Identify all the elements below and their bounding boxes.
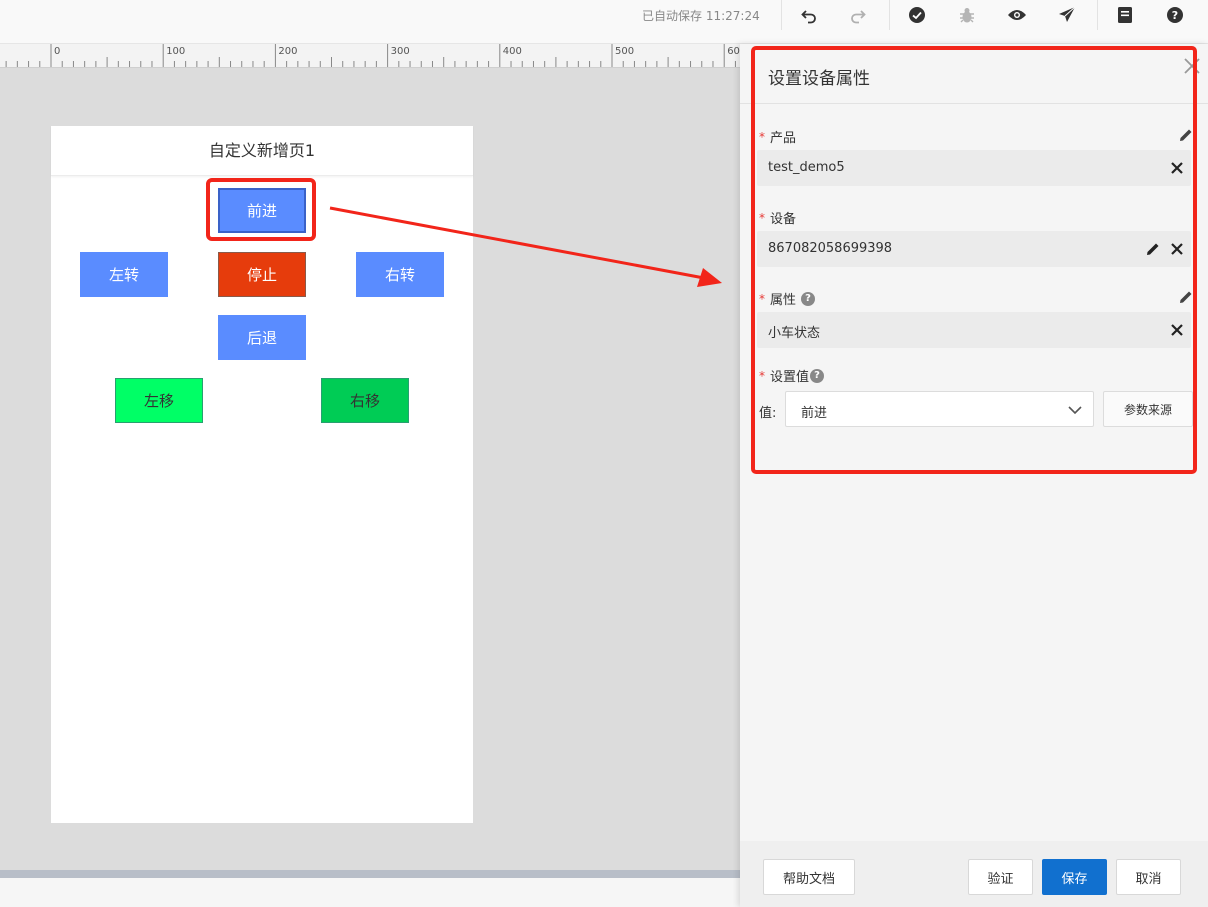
help-icon[interactable]: ? <box>1163 4 1187 26</box>
edit-pen-icon[interactable] <box>1179 127 1195 143</box>
page-title: 自定义新增页1 <box>51 126 473 176</box>
close-icon[interactable] <box>1182 56 1202 76</box>
property-value: 小车状态 <box>768 326 821 341</box>
ruler-label: 500 <box>615 46 634 57</box>
device-value: 867082058699398 <box>768 241 893 256</box>
value-prefix-label: 值: <box>759 406 777 421</box>
doc-icon[interactable] <box>1113 4 1137 26</box>
question-icon[interactable]: ? <box>810 368 825 383</box>
back-button[interactable]: 后退 <box>218 315 306 360</box>
device-field[interactable]: 867082058699398 <box>757 231 1191 267</box>
product-label: * 产品 <box>759 129 797 147</box>
bug-icon[interactable] <box>955 4 979 26</box>
edit-pen-icon[interactable] <box>1146 241 1162 257</box>
required-asterisk: * <box>759 129 765 144</box>
question-icon[interactable]: ? <box>801 291 816 306</box>
clear-icon[interactable] <box>1170 241 1186 257</box>
top-toolbar: 已自动保存 11:27:24 ? <box>0 0 1208 44</box>
cancel-button[interactable]: 取消 <box>1116 859 1181 895</box>
required-asterisk: * <box>759 291 765 306</box>
property-field[interactable]: 小车状态 <box>757 312 1191 348</box>
panel-footer: 帮助文档 验证 保存 取消 <box>740 841 1208 907</box>
set-value-label: * 设置值 ? <box>759 366 825 385</box>
ruler-label: 60 <box>727 46 740 57</box>
horizontal-scrollbar[interactable] <box>0 870 740 878</box>
horizontal-ruler: 0 100 200 300 400 500 60 <box>0 44 740 68</box>
send-icon[interactable] <box>1055 4 1079 26</box>
check-circle-icon[interactable] <box>905 4 929 26</box>
param-source-button[interactable]: 参数来源 <box>1103 391 1193 427</box>
required-asterisk: * <box>759 210 765 225</box>
ruler-label: 300 <box>391 46 410 57</box>
right-turn-button[interactable]: 右转 <box>356 252 444 297</box>
stop-button[interactable]: 停止 <box>218 252 306 297</box>
save-button[interactable]: 保存 <box>1042 859 1107 895</box>
clear-icon[interactable] <box>1170 322 1186 338</box>
svg-text:?: ? <box>1172 9 1178 22</box>
panel-title: 设置设备属性 <box>768 69 870 89</box>
value-select[interactable]: 前进 <box>785 391 1094 427</box>
device-label: * 设备 <box>759 210 797 228</box>
ruler-label: 200 <box>278 46 297 57</box>
left-turn-button[interactable]: 左转 <box>80 252 168 297</box>
value-select-selected: 前进 <box>801 406 828 421</box>
help-doc-button[interactable]: 帮助文档 <box>763 859 855 895</box>
edit-pen-icon[interactable] <box>1179 289 1195 305</box>
toolbar-divider <box>889 0 890 30</box>
eye-icon[interactable] <box>1005 4 1029 26</box>
property-label: * 属性 ? <box>759 289 816 308</box>
left-move-button[interactable]: 左移 <box>115 378 203 423</box>
toolbar-divider <box>1097 0 1098 30</box>
product-field[interactable]: test_demo5 <box>757 150 1191 186</box>
right-move-button[interactable]: 右移 <box>321 378 409 423</box>
device-property-panel: 设置设备属性 * 产品 test_demo5 * 设备 867082058699… <box>740 44 1208 907</box>
required-asterisk: * <box>759 368 765 383</box>
clear-icon[interactable] <box>1170 160 1186 176</box>
toolbar-divider <box>781 0 782 30</box>
undo-icon[interactable] <box>797 4 821 26</box>
chevron-down-icon <box>1068 406 1082 415</box>
ruler-label: 100 <box>166 46 185 57</box>
canvas-bottom-strip <box>0 878 740 907</box>
ruler-label: 400 <box>503 46 522 57</box>
product-value: test_demo5 <box>768 160 845 175</box>
verify-button[interactable]: 验证 <box>968 859 1033 895</box>
panel-header: 设置设备属性 <box>740 44 1208 104</box>
ruler-label: 0 <box>54 46 60 57</box>
forward-button[interactable]: 前进 <box>218 188 306 233</box>
page-preview: 自定义新增页1 前进 左转 停止 右转 后退 左移 右移 <box>51 126 473 823</box>
autosave-status: 已自动保存 11:27:24 <box>642 9 760 23</box>
redo-icon[interactable] <box>846 4 870 26</box>
